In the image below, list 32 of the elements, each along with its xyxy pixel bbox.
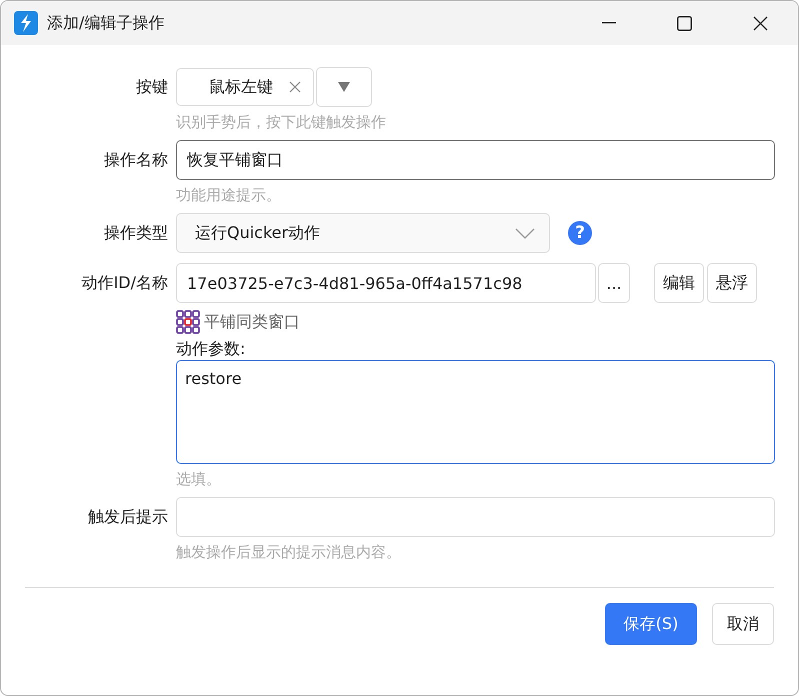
save-button[interactable]: 保存(S) bbox=[605, 603, 697, 645]
notify-field[interactable] bbox=[176, 497, 775, 537]
grid-icon bbox=[176, 310, 200, 334]
field-label: 动作ID/名称 bbox=[80, 272, 168, 294]
action-button[interactable]: 悬浮 bbox=[707, 263, 757, 303]
hint-text: 识别手势后，按下此键触发操作 bbox=[176, 113, 386, 132]
field-label: 操作类型 bbox=[103, 222, 168, 244]
action-button[interactable]: 编辑 bbox=[654, 263, 704, 303]
params-textarea[interactable]: restore bbox=[176, 360, 775, 464]
close-icon[interactable] bbox=[753, 16, 768, 30]
dropdown-button[interactable] bbox=[316, 67, 372, 107]
hint-text: 功能用途提示。 bbox=[176, 186, 281, 205]
field-label: 触发后提示 bbox=[87, 506, 168, 528]
maximize-icon[interactable] bbox=[677, 16, 692, 30]
cancel-button[interactable]: 取消 bbox=[712, 603, 774, 645]
browse-button[interactable]: ... bbox=[598, 263, 630, 303]
action-name-link[interactable]: 平铺同类窗口 bbox=[204, 312, 300, 332]
minimize-icon[interactable] bbox=[602, 22, 616, 24]
params-label: 动作参数: bbox=[176, 339, 246, 360]
triangle-icon bbox=[338, 82, 350, 92]
hint-text: 选填。 bbox=[176, 470, 221, 489]
type-dropdown[interactable]: 运行Quicker动作 bbox=[176, 213, 550, 253]
action-id-field[interactable]: 17e03725-e7c3-4d81-965a-0ff4a1571c98 bbox=[176, 263, 596, 303]
field-label: 按键 bbox=[135, 76, 168, 98]
hint-text: 触发操作后显示的提示消息内容。 bbox=[176, 543, 401, 562]
chevron-down-icon bbox=[515, 228, 535, 238]
window-title: 添加/编辑子操作 bbox=[47, 12, 164, 34]
key-field[interactable]: 鼠标左键 bbox=[176, 68, 314, 106]
help-icon[interactable]: ? bbox=[568, 221, 592, 245]
app-logo-icon bbox=[14, 11, 38, 35]
clear-icon[interactable] bbox=[289, 81, 301, 93]
field-label: 操作名称 bbox=[103, 149, 168, 171]
